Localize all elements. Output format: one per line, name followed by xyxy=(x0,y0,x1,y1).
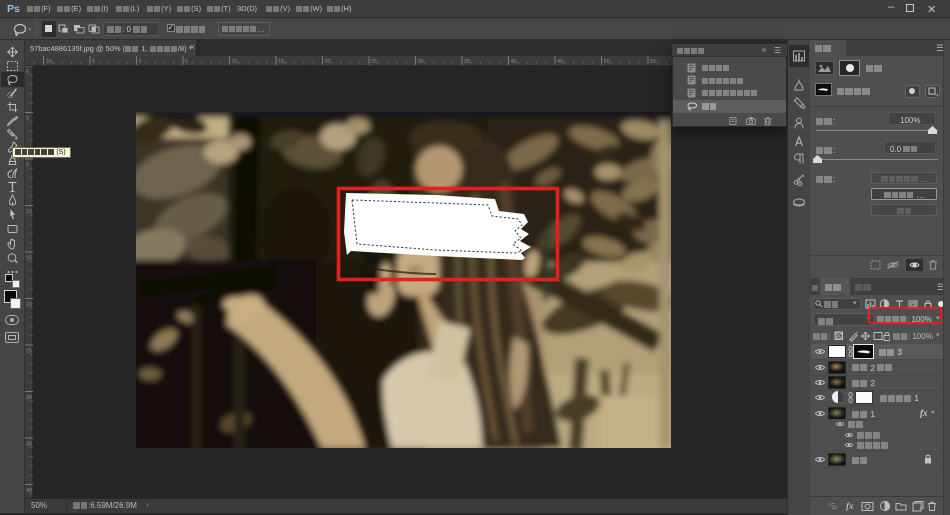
svg-text:25: 25 xyxy=(371,59,377,65)
svg-text:40: 40 xyxy=(511,59,517,65)
svg-text:5: 5 xyxy=(26,70,29,76)
svg-text:55: 55 xyxy=(650,59,656,65)
svg-text:45: 45 xyxy=(557,59,563,65)
svg-text:5: 5 xyxy=(92,59,95,65)
svg-text:25: 25 xyxy=(26,349,32,355)
svg-text:30: 30 xyxy=(26,395,32,401)
svg-text:0: 0 xyxy=(26,116,29,122)
svg-text:35: 35 xyxy=(464,59,470,65)
svg-text:5: 5 xyxy=(26,163,29,169)
svg-text:15: 15 xyxy=(278,59,284,65)
svg-text:50: 50 xyxy=(604,59,610,65)
svg-text:30: 30 xyxy=(418,59,424,65)
svg-text:10: 10 xyxy=(232,59,238,65)
svg-text:20: 20 xyxy=(26,302,32,308)
svg-text:40: 40 xyxy=(26,488,32,494)
svg-text:fx: fx xyxy=(846,501,854,511)
svg-text:15: 15 xyxy=(26,256,32,262)
svg-text:0: 0 xyxy=(139,59,142,65)
svg-text:35: 35 xyxy=(26,442,32,448)
svg-text:10: 10 xyxy=(26,209,32,215)
svg-text:10: 10 xyxy=(46,59,52,65)
svg-text:20: 20 xyxy=(325,59,331,65)
svg-text:5: 5 xyxy=(185,59,188,65)
